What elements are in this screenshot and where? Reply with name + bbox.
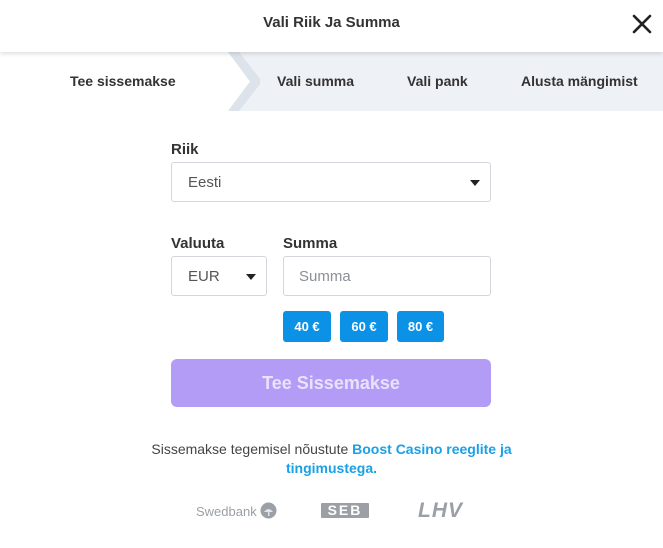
currency-select[interactable]: EUR: [171, 256, 267, 296]
quick-amount-40[interactable]: 40 €: [283, 311, 331, 342]
modal-header: Vali Riik Ja Summa: [0, 0, 663, 52]
quick-amount-60[interactable]: 60 €: [340, 311, 388, 342]
amount-label: Summa: [283, 235, 338, 252]
step-bank: Vali pank: [407, 73, 468, 89]
close-icon[interactable]: [631, 13, 653, 35]
terms-link-cont[interactable]: tingimustega.: [286, 460, 377, 476]
modal-title: Vali Riik Ja Summa: [263, 14, 400, 31]
quick-amount-80[interactable]: 80 €: [397, 311, 444, 342]
oak-tree-icon: [260, 502, 277, 519]
amount-input[interactable]: [283, 256, 491, 296]
currency-label: Valuuta: [171, 235, 225, 252]
swedbank-logo: Swedbank: [196, 502, 277, 519]
seb-label: SEB: [327, 502, 363, 518]
step-deposit: Tee sissemakse: [70, 73, 176, 89]
lhv-label: LHV: [418, 499, 463, 522]
currency-value: EUR: [188, 268, 220, 285]
chevron-down-icon: [470, 180, 480, 186]
deposit-button[interactable]: Tee Sissemakse: [171, 359, 491, 407]
lhv-logo: LHV: [418, 499, 463, 523]
swedbank-label: Swedbank: [196, 504, 257, 519]
seb-logo: SEB: [321, 503, 369, 518]
country-label: Riik: [171, 141, 199, 158]
country-value: Eesti: [188, 174, 222, 191]
progress-steps: Tee sissemakse Vali summa Vali pank Alus…: [0, 52, 663, 111]
country-select[interactable]: Eesti: [171, 162, 491, 202]
terms-link[interactable]: Boost Casino reeglite ja: [352, 441, 511, 457]
terms-text: Sissemakse tegemisel nõustute Boost Casi…: [100, 440, 563, 478]
step-amount: Vali summa: [277, 73, 355, 89]
step-play: Alusta mängimist: [521, 73, 638, 89]
terms-prefix: Sissemakse tegemisel nõustute: [151, 441, 353, 457]
chevron-down-icon: [246, 274, 256, 280]
